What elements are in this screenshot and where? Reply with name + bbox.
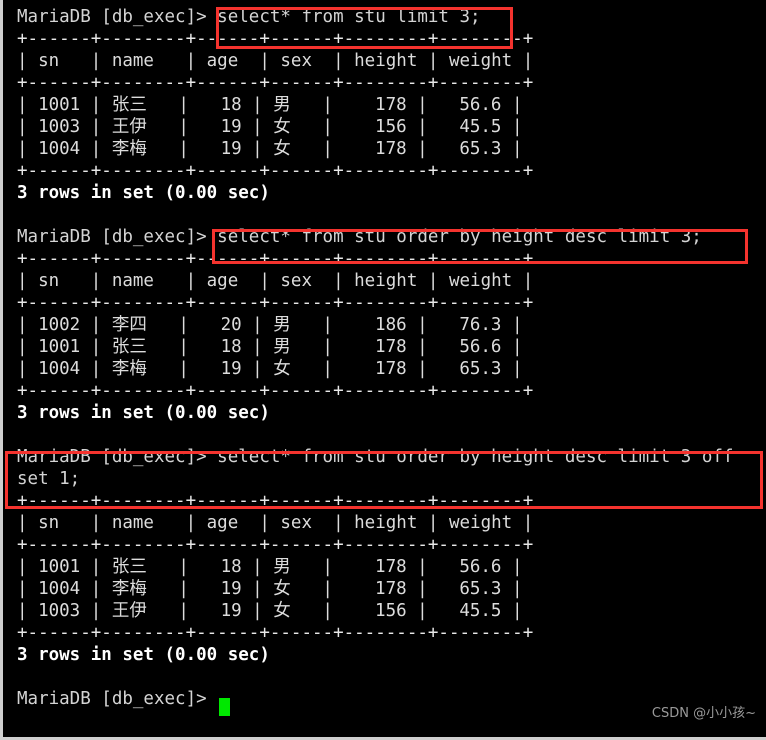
table-row: | 1002 | 李四 | 20 | 男 | 186 | 76.3 | — [17, 315, 523, 335]
table-header-row: | sn | name | age | sex | height | weigh… — [17, 513, 534, 533]
table-row: | 1004 | 李梅 | 19 | 女 | 178 | 65.3 | — [17, 359, 523, 379]
terminal-line: MariaDB [db_exec]> select* from stu orde… — [17, 227, 702, 247]
table-separator: +------+--------+------+------+--------+… — [17, 491, 534, 511]
table-row: | 1003 | 王伊 | 19 | 女 | 156 | 45.5 | — [17, 117, 523, 137]
table-separator: +------+--------+------+------+--------+… — [17, 293, 534, 313]
table-separator: +------+--------+------+------+--------+… — [17, 623, 534, 643]
table-row: | 1003 | 王伊 | 19 | 女 | 156 | 45.5 | — [17, 601, 523, 621]
result-status: 3 rows in set (0.00 sec) — [17, 403, 270, 423]
table-row: | 1004 | 李梅 | 19 | 女 | 178 | 65.3 | — [17, 139, 523, 159]
terminal-line: MariaDB [db_exec]> select* from stu orde… — [17, 447, 734, 467]
terminal-line: MariaDB [db_exec]> select* from stu limi… — [17, 7, 481, 27]
table-row: | 1004 | 李梅 | 19 | 女 | 178 | 65.3 | — [17, 579, 523, 599]
table-row: | 1001 | 张三 | 18 | 男 | 178 | 56.6 | — [17, 95, 523, 115]
terminal-line-wrapped: set 1; — [17, 469, 81, 489]
terminal-output[interactable]: MariaDB [db_exec]> select* from stu limi… — [3, 0, 766, 710]
terminal-window[interactable]: MariaDB [db_exec]> select* from stu limi… — [0, 0, 766, 740]
watermark-label: CSDN @小小孩~ — [651, 706, 756, 721]
table-row: | 1001 | 张三 | 18 | 男 | 178 | 56.6 | — [17, 337, 523, 357]
table-separator: +------+--------+------+------+--------+… — [17, 381, 534, 401]
table-separator: +------+--------+------+------+--------+… — [17, 73, 534, 93]
table-separator: +------+--------+------+------+--------+… — [17, 249, 534, 269]
table-row: | 1001 | 张三 | 18 | 男 | 178 | 56.6 | — [17, 557, 523, 577]
text-cursor — [219, 698, 230, 716]
result-status: 3 rows in set (0.00 sec) — [17, 645, 270, 665]
table-separator: +------+--------+------+------+--------+… — [17, 535, 534, 555]
table-header-row: | sn | name | age | sex | height | weigh… — [17, 271, 534, 291]
table-header-row: | sn | name | age | sex | height | weigh… — [17, 51, 534, 71]
table-separator: +------+--------+------+------+--------+… — [17, 161, 534, 181]
table-separator: +------+--------+------+------+--------+… — [17, 29, 534, 49]
result-status: 3 rows in set (0.00 sec) — [17, 183, 270, 203]
